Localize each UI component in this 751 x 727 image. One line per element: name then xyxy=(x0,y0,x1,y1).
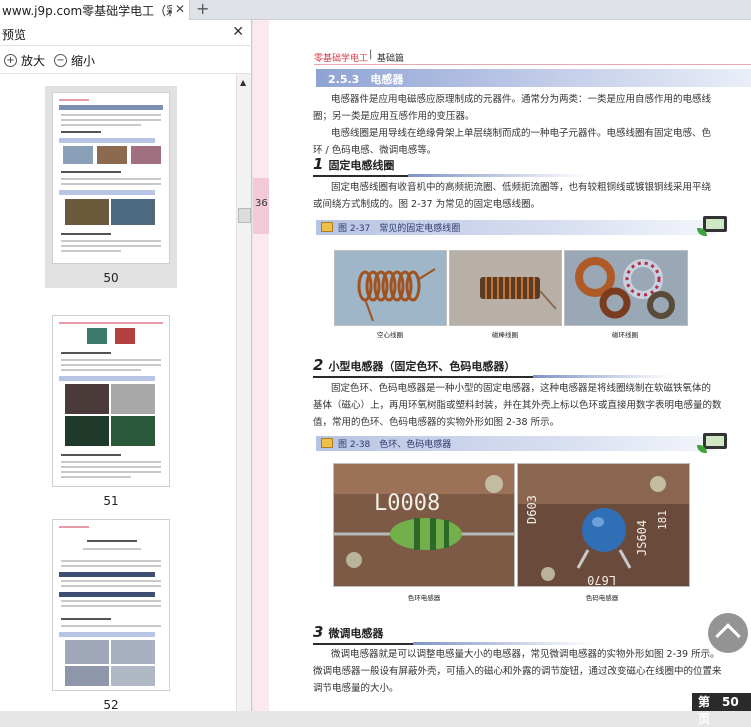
figure-title: 图 2-37 常见的固定电感线圈 xyxy=(338,224,461,234)
zoom-out-label: 缩小 xyxy=(71,54,96,68)
text-line: 圈；另一类是应用互感作用的变压器。 xyxy=(313,111,475,122)
figure-title: 图 2-38 色环、色码电感器 xyxy=(338,440,452,450)
figure-folder-icon xyxy=(321,222,333,232)
text-line: 固定色环、色码电感器是一种小型的固定电感器，这种电感器是将线圈绕制在软磁铁氧体的 xyxy=(331,383,712,394)
sidebar-title: 预览 xyxy=(2,28,27,42)
thumbnail-page-51[interactable] xyxy=(52,315,170,487)
figure-caption: 空心线圈 xyxy=(377,331,403,339)
figure-caption: 色环电感器 xyxy=(407,594,441,602)
document-viewer[interactable]: 36 零基础学电工 | 基础篇 2.5.3 电感器 电感器件是应用电磁感应原理制… xyxy=(253,20,751,711)
figure-caption: 磁环线圈 xyxy=(612,331,638,339)
text-line: 或间绕方式制成的。图 2-37 为常见的固定电感线圈。 xyxy=(313,199,541,210)
subsection-rule-fade xyxy=(413,642,593,645)
header-separator: | xyxy=(369,49,373,60)
color-ring-inductor-photo: L0008 xyxy=(333,463,515,587)
zoom-out-icon: − xyxy=(54,54,67,67)
subsection-rule xyxy=(313,175,408,177)
thumbnail-page-number: 51 xyxy=(103,494,119,508)
subsection-number: 2 xyxy=(313,356,324,374)
text-line: 电感线圈是用导线在绝缘骨架上单层绕制而成的一种电子元器件。电感线圈有固定电感、色 xyxy=(331,128,712,139)
thumbnail-page-52[interactable] xyxy=(52,519,170,691)
thumbnail-page-number: 52 xyxy=(103,698,119,711)
subsection-title: 固定电感线圈 xyxy=(328,159,395,172)
sidebar-close-icon[interactable]: ✕ xyxy=(232,24,244,40)
scroll-to-top-button[interactable] xyxy=(708,613,748,653)
subsection-rule xyxy=(313,643,413,645)
section-title: 2.5.3 电感器 xyxy=(328,73,404,86)
page-margin xyxy=(253,20,269,711)
sidebar-scrollbar[interactable]: ▲ xyxy=(236,74,251,711)
document-tab[interactable]: www.j9p.com零基础学电工（彩 ✕ xyxy=(0,0,190,20)
new-tab-icon[interactable]: + xyxy=(196,0,209,18)
figure-banner-2-38: 图 2-38 色环、色码电感器 xyxy=(316,436,716,451)
color-code-inductor-photo: D603 JS604 L670 181 xyxy=(517,463,690,587)
board-marking-text: 181 xyxy=(656,510,669,530)
rod-coil-photo xyxy=(449,250,562,326)
text-line: 微调电感器一般设有屏蔽外壳，可插入的磁心和外露的调节旋钮，通过改变磁心在线圈中的… xyxy=(313,666,722,677)
subsection-title: 微调电感器 xyxy=(328,627,384,640)
sub3-paragraph: 微调电感器就是可以调整电感量大小的电感器，常见微调电感器的实物外形如图 2-39… xyxy=(313,646,722,697)
chevron-up-icon xyxy=(715,623,741,649)
sub2-paragraph: 固定色环、色码电感器是一种小型的固定电感器，这种电感器是将线圈绕制在软磁铁氧体的… xyxy=(313,380,722,431)
monitor-icon xyxy=(703,216,727,232)
thumbnail-page-number: 50 xyxy=(103,271,119,285)
subsection-heading-1: 1 固定电感线圈 xyxy=(313,155,394,173)
section-banner: 2.5.3 电感器 xyxy=(316,69,751,87)
tab-bar: www.j9p.com零基础学电工（彩 ✕ + xyxy=(0,0,751,20)
scrollbar-thumb[interactable] xyxy=(238,208,251,223)
text-line: 微调电感器就是可以调整电感量大小的电感器，常见微调电感器的实物外形如图 2-39… xyxy=(331,649,720,660)
subsection-heading-2: 2 小型电感器（固定色环、色码电感器） xyxy=(313,356,515,374)
toroid-coil-photo xyxy=(564,250,688,326)
zoom-out-button[interactable]: − 缩小 xyxy=(54,52,95,69)
text-line: 调节电感量的大小。 xyxy=(313,683,399,694)
text-line: 固定电感线圈有收音机中的高频扼流圈、低频扼流圈等，也有较粗铜线或镀银铜线采用平绕 xyxy=(331,182,712,193)
scroll-up-icon[interactable]: ▲ xyxy=(240,78,246,87)
monitor-icon xyxy=(703,433,727,449)
zoom-in-icon: + xyxy=(4,54,17,67)
header-rule xyxy=(314,64,751,65)
board-marking-text: L670 xyxy=(587,573,616,587)
subsection-heading-3: 3 微调电感器 xyxy=(313,623,383,641)
tab-close-icon[interactable]: ✕ xyxy=(175,2,185,16)
zoom-in-button[interactable]: + 放大 xyxy=(4,52,45,69)
thumbnail-list: 50 51 52 xyxy=(0,74,236,711)
figure-caption: 磁棒线圈 xyxy=(492,331,518,339)
intro-paragraph: 电感器件是应用电磁感应原理制成的元器件。通常分为两类：一类是应用自感作用的电感线… xyxy=(313,91,711,159)
side-page-number: 36 xyxy=(255,198,268,209)
board-marking-text: D603 xyxy=(525,495,539,524)
subsection-rule xyxy=(313,376,533,378)
text-line: 电感器件是应用电磁感应原理制成的元器件。通常分为两类：一类是应用自感作用的电感线 xyxy=(331,94,712,105)
text-line: 基体（磁心）上，再用环氧树脂或塑料封装，并在其外壳上标以色环或直接用数字表明电感… xyxy=(313,400,722,411)
tab-title: www.j9p.com零基础学电工（彩 xyxy=(2,3,172,18)
preview-sidebar: 预览 ✕ + 放大 − 缩小 50 51 52 ▲ xyxy=(0,20,252,711)
subsection-number: 1 xyxy=(313,155,324,173)
board-marking-text: L0008 xyxy=(374,491,440,516)
page-number-badge: 第 50 页 xyxy=(692,693,751,726)
subsection-rule-fade xyxy=(533,375,673,378)
air-core-coil-photo xyxy=(334,250,447,326)
document-page: 零基础学电工 | 基础篇 2.5.3 电感器 电感器件是应用电磁感应原理制成的元… xyxy=(269,20,751,711)
figure-folder-icon xyxy=(321,438,333,448)
subsection-number: 3 xyxy=(313,623,324,641)
header-brand: 零基础学电工 xyxy=(314,54,369,64)
sub1-paragraph: 固定电感线圈有收音机中的高频扼流圈、低频扼流圈等，也有较粗铜线或镀银铜线采用平绕… xyxy=(313,179,711,213)
figure-caption: 色码电感器 xyxy=(585,594,619,602)
sidebar-toolbar: + 放大 − 缩小 xyxy=(0,46,252,74)
subsection-rule-fade xyxy=(408,174,588,177)
figure-banner-2-37: 图 2-37 常见的固定电感线圈 xyxy=(316,220,716,235)
subsection-title: 小型电感器（固定色环、色码电感器） xyxy=(328,360,516,373)
sidebar-header: 预览 ✕ xyxy=(0,20,252,46)
text-line: 值，常用的色环、色码电感器的实物外形如图 2-38 所示。 xyxy=(313,417,560,428)
header-section: 基础篇 xyxy=(377,54,405,64)
zoom-in-label: 放大 xyxy=(21,54,46,68)
board-marking-text: JS604 xyxy=(635,520,649,556)
thumbnail-page-50[interactable] xyxy=(52,92,170,264)
